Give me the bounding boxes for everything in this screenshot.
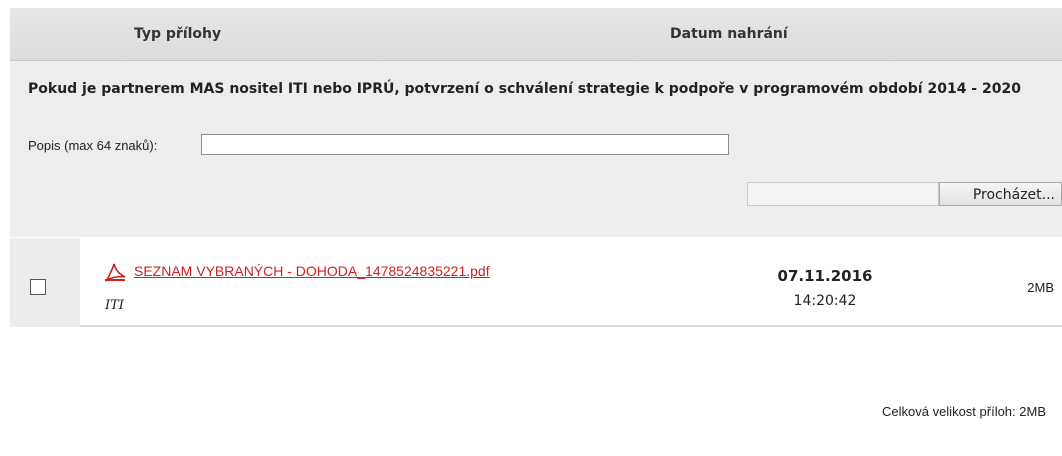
description-label: Popis (max 64 znaků):: [28, 138, 158, 153]
upload-panel: Pokud je partnerem MAS nositel ITI nebo …: [10, 61, 1062, 237]
upload-time: 14:20:42: [793, 293, 857, 309]
attachment-checkbox[interactable]: [30, 279, 46, 295]
attachment-requirement-title: Pokud je partnerem MAS nositel ITI nebo …: [28, 81, 1021, 97]
row-divider: [80, 325, 1062, 327]
column-header-type: Typ přílohy: [134, 26, 222, 42]
attachment-row: SEZNAM VYBRANÝCH - DOHODA_1478524835221.…: [10, 238, 1062, 327]
attachment-type: ITI: [105, 298, 124, 313]
file-path-field[interactable]: [747, 182, 939, 206]
attachment-size: 2MB: [1027, 280, 1054, 295]
upload-date: 07.11.2016: [777, 267, 873, 285]
description-input[interactable]: [201, 134, 729, 155]
table-header: Typ přílohy Datum nahrání: [10, 8, 1062, 61]
browse-button[interactable]: Procházet...: [939, 182, 1062, 206]
attachment-file-link[interactable]: SEZNAM VYBRANÝCH - DOHODA_1478524835221.…: [134, 263, 490, 279]
select-cell: [10, 238, 80, 327]
pdf-icon: [104, 262, 128, 282]
total-attachments-size: Celková velikost příloh: 2MB: [881, 404, 1046, 419]
column-header-upload-date: Datum nahrání: [670, 26, 788, 42]
